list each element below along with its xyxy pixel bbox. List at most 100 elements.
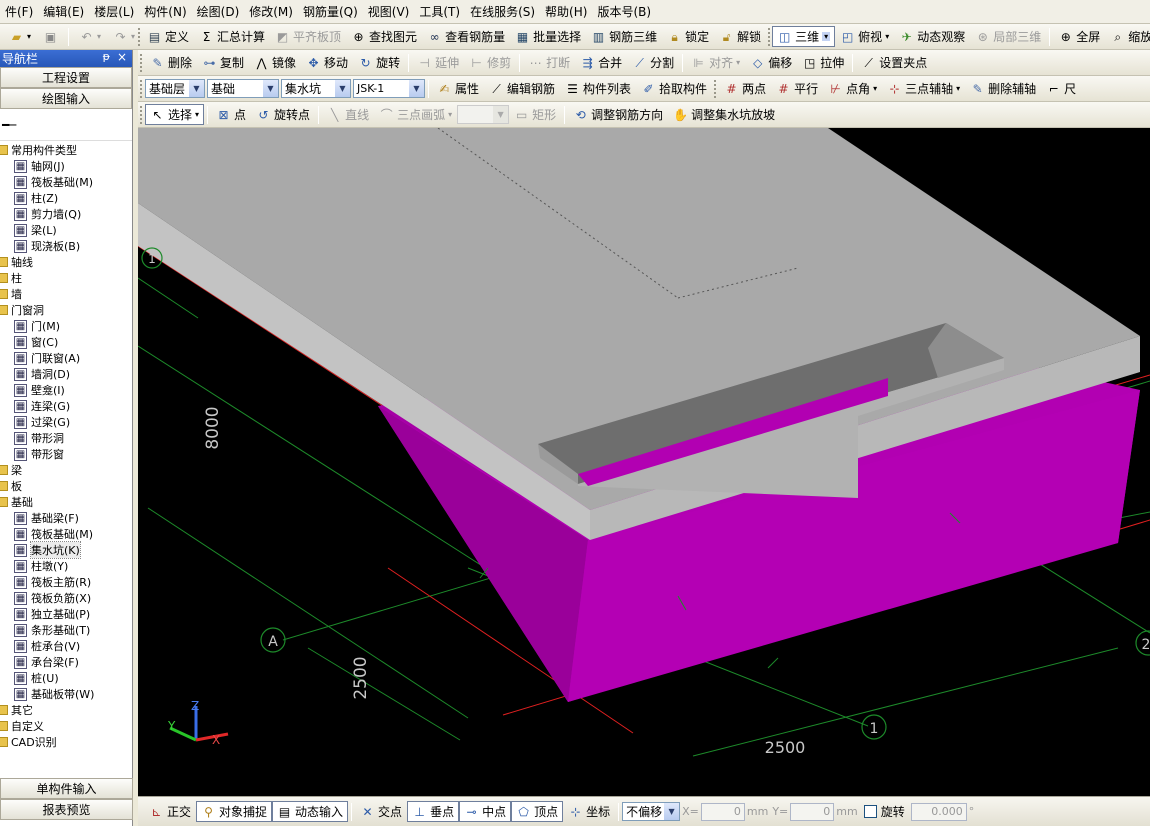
pick-button[interactable]: ✐ 拾取构件 [636, 78, 712, 99]
align-button[interactable]: ⊫ 对齐 ▾ [686, 52, 745, 73]
dynamic-input-toggle[interactable]: ▤ 动态输入 [272, 801, 349, 822]
tree-item[interactable]: ▦ 梁(L) [0, 222, 133, 238]
menu-item-5[interactable]: 修改(M) [244, 0, 298, 23]
single-input-button[interactable]: 单构件输入 [0, 778, 133, 799]
edit-rebar-button[interactable]: ⟋ 编辑钢筋 [484, 78, 560, 99]
mirror-button[interactable]: ⋀ 镜像 [249, 52, 301, 73]
component-list-button[interactable]: ☰ 构件列表 [560, 78, 636, 99]
adjust-slope-button[interactable]: ✋ 调整集水坑放坡 [668, 104, 780, 125]
menu-item-11[interactable]: 版本号(B) [592, 0, 656, 23]
tree-folder[interactable]: 常用构件类型 [0, 142, 133, 158]
tree-item[interactable]: ▦ 剪力墙(Q) [0, 206, 133, 222]
tree-item[interactable]: ▦ 门联窗(A) [0, 350, 133, 366]
menu-item-4[interactable]: 绘图(D) [192, 0, 245, 23]
tree-item[interactable]: ▦ 柱(Z) [0, 190, 133, 206]
offset-button[interactable]: ◇ 偏移 [745, 52, 797, 73]
undo-button[interactable]: ↶ ▾ [74, 26, 106, 47]
tree-item[interactable]: ▦ 窗(C) [0, 334, 133, 350]
floor-select[interactable]: 基础层 ▼ [145, 79, 205, 98]
top-view-button[interactable]: ◰ 俯视 ▾ [835, 26, 894, 47]
tree-item[interactable]: ▦ 现浇板(B) [0, 238, 133, 254]
tree-item[interactable]: ▦ 筏板负筋(X) [0, 590, 133, 606]
flat-top-button[interactable]: ◩ 平齐板顶 [270, 26, 346, 47]
tree-item[interactable]: ▦ 连梁(G) [0, 398, 133, 414]
collapse-icon[interactable]: ━ ─ [2, 118, 16, 132]
tree-item[interactable]: ▦ 集水坑(K) [0, 541, 133, 559]
local-3d-button[interactable]: ⊛ 局部三维 [970, 26, 1046, 47]
rect-button[interactable]: ▭ 矩形 [509, 104, 561, 125]
rotate-checkbox[interactable] [863, 805, 877, 818]
rotate-input[interactable]: 0.000 [910, 802, 967, 821]
tree-item[interactable]: ▦ 基础板带(W) [0, 686, 133, 702]
tree-folder[interactable]: CAD识别 [0, 734, 133, 750]
merge-button[interactable]: ⇶ 合并 [575, 52, 627, 73]
tree-item[interactable]: ▦ 柱墩(Y) [0, 558, 133, 574]
perpendicular-toggle[interactable]: ⊥ 垂点 [407, 801, 460, 822]
tree-folder[interactable]: 板 [0, 478, 133, 494]
x-input[interactable]: 0 [700, 802, 745, 821]
view-3d-dropdown[interactable]: ◫ 三维 ▾ [772, 26, 836, 47]
save-button[interactable]: ▣ [38, 26, 63, 47]
report-preview-button[interactable]: 报表预览 [0, 799, 133, 820]
redo-button[interactable]: ↷ ▾ [108, 26, 140, 47]
menu-item-9[interactable]: 在线服务(S) [465, 0, 540, 23]
point-button[interactable]: ⊠ 点 [211, 104, 251, 125]
tree-folder[interactable]: 柱 [0, 270, 133, 286]
select-dropdown[interactable]: ↖ 选择 ▾ [145, 104, 205, 125]
find-button[interactable]: ⊕ 查找图元 [346, 26, 422, 47]
trim-button[interactable]: ⊢ 修剪 [464, 52, 516, 73]
tree-item[interactable]: ▦ 条形基础(T) [0, 622, 133, 638]
tree-folder[interactable]: 墙 [0, 286, 133, 302]
set-grip-button[interactable]: ⟋ 设置夹点 [856, 52, 932, 73]
midpoint-toggle[interactable]: ⊸ 中点 [459, 801, 512, 822]
tree-item[interactable]: ▦ 承台梁(F) [0, 654, 133, 670]
3d-viewport[interactable]: 8000 2500 2500 A 1 2 1 Z Y X [138, 128, 1150, 796]
menu-item-10[interactable]: 帮助(H) [540, 0, 592, 23]
fullscreen-button[interactable]: ⊕ 全屏 [1053, 26, 1105, 47]
category-select[interactable]: 基础 ▼ [207, 79, 279, 98]
tree-item[interactable]: ▦ 桩(U) [0, 670, 133, 686]
batch-select-button[interactable]: ▦ 批量选择 [510, 26, 586, 47]
menu-item-2[interactable]: 楼层(L) [89, 0, 139, 23]
tree-item[interactable]: ▦ 带形洞 [0, 430, 133, 446]
tree-folder[interactable]: 其它 [0, 702, 133, 718]
tree-item[interactable]: ▦ 壁龛(I) [0, 382, 133, 398]
delete-axis-button[interactable]: ✎ 删除辅轴 [965, 78, 1041, 99]
break-button[interactable]: ⋯ 打断 [523, 52, 575, 73]
adjust-rebar-dir-button[interactable]: ⟲ 调整钢筋方向 [568, 104, 668, 125]
tree-item[interactable]: ▦ 过梁(G) [0, 414, 133, 430]
sum-button[interactable]: Σ 汇总计算 [194, 26, 270, 47]
delete-button[interactable]: ✎ 删除 [145, 52, 197, 73]
coordinate-toggle[interactable]: ⊹ 坐标 [563, 801, 615, 822]
tree-item[interactable]: ▦ 带形窗 [0, 446, 133, 462]
stretch-button[interactable]: ◳ 拉伸 [797, 52, 849, 73]
extend-button[interactable]: ⊣ 延伸 [412, 52, 464, 73]
dynamic-view-button[interactable]: ✈ 动态观察 [894, 26, 970, 47]
tree-item[interactable]: ▦ 桩承台(V) [0, 638, 133, 654]
tree-item[interactable]: ▦ 墙洞(D) [0, 366, 133, 382]
arc-param-select[interactable]: ▼ [457, 105, 510, 124]
intersection-toggle[interactable]: ✕ 交点 [355, 801, 407, 822]
rebar-3d-button[interactable]: ▥ 钢筋三维 [586, 26, 662, 47]
dimension-button[interactable]: ⌐ 尺 [1041, 78, 1081, 99]
split-button[interactable]: ⟋ 分割 [627, 52, 679, 73]
menu-item-8[interactable]: 工具(T) [414, 0, 465, 23]
two-point-button[interactable]: # 两点 [719, 78, 771, 99]
tree-item[interactable]: ▦ 轴网(J) [0, 158, 133, 174]
type-select[interactable]: 集水坑 ▼ [281, 79, 351, 98]
offset-mode-select[interactable]: 不偏移 ▼ [622, 802, 681, 821]
property-button[interactable]: ✍ 属性 [432, 78, 484, 99]
menu-item-3[interactable]: 构件(N) [139, 0, 191, 23]
lock-button[interactable]: 🔒︎ 锁定 [662, 26, 714, 47]
y-input[interactable]: 0 [790, 802, 835, 821]
rotate-point-button[interactable]: ↺ 旋转点 [251, 104, 315, 125]
unlock-button[interactable]: 🔓︎ 解锁 [714, 26, 766, 47]
tree-folder[interactable]: 基础 [0, 494, 133, 510]
three-point-axis-button[interactable]: ⊹ 三点辅轴 ▾ [882, 78, 965, 99]
copy-button[interactable]: ⊶ 复制 [197, 52, 249, 73]
point-angle-button[interactable]: ⊬ 点角 ▾ [823, 78, 882, 99]
vertex-toggle[interactable]: ⬠ 顶点 [511, 801, 564, 822]
menu-item-0[interactable]: 件(F) [0, 0, 38, 23]
instance-select[interactable]: JSK-1 ▼ [353, 79, 425, 98]
tree-item[interactable]: ▦ 筏板基础(M) [0, 526, 133, 542]
